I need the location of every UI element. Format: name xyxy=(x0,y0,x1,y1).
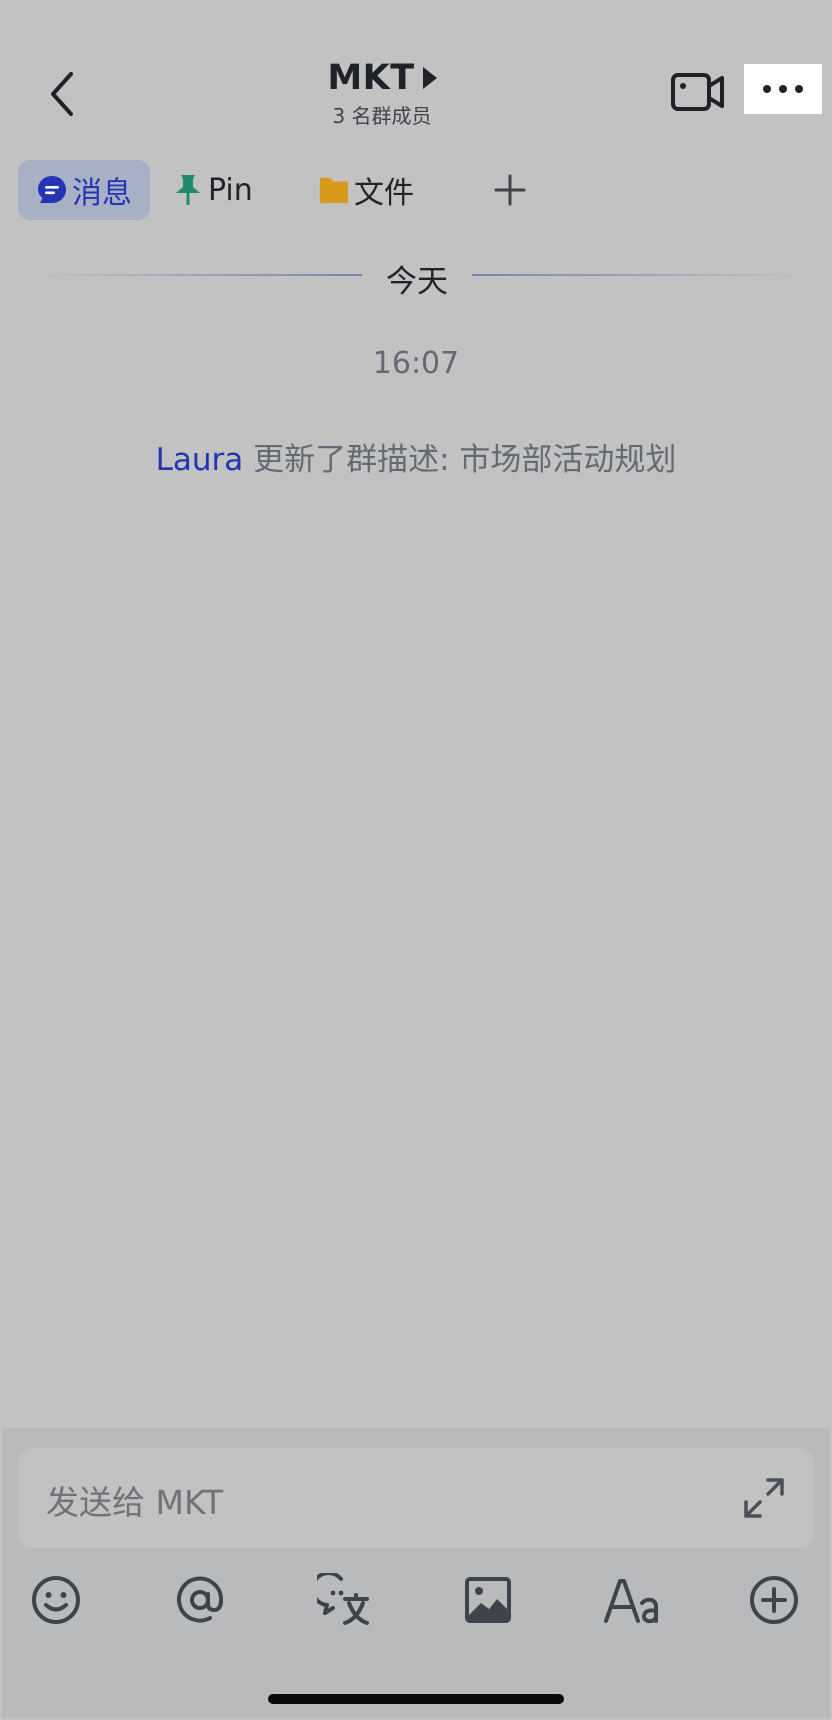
message-input[interactable]: 发送给 MKT xyxy=(18,1448,814,1548)
tab-pin[interactable]: Pin xyxy=(172,160,253,220)
date-divider: 今天 xyxy=(40,252,800,300)
more-options-button[interactable] xyxy=(744,64,822,114)
video-call-button[interactable] xyxy=(670,70,726,114)
image-icon xyxy=(465,1577,511,1623)
home-indicator[interactable] xyxy=(268,1694,564,1704)
image-button[interactable] xyxy=(456,1568,520,1632)
chevron-left-icon xyxy=(51,72,73,116)
video-camera-icon xyxy=(671,73,724,111)
text-format-icon xyxy=(604,1579,658,1624)
add-circle-icon xyxy=(750,1576,798,1624)
chat-bubble-icon xyxy=(36,174,68,206)
date-divider-label: 今天 xyxy=(386,264,448,300)
tab-files[interactable]: 文件 xyxy=(318,160,414,220)
translate-button[interactable] xyxy=(312,1568,376,1632)
mention-button[interactable] xyxy=(168,1568,232,1632)
pin-icon xyxy=(172,174,204,206)
tab-label-messages: 消息 xyxy=(72,176,132,211)
tab-label-pin: Pin xyxy=(208,172,253,208)
member-count: 3 名群成员 xyxy=(332,104,432,128)
tab-label-files: 文件 xyxy=(354,176,414,211)
system-message: Laura 更新了群描述: 市场部活动规划 xyxy=(2,434,830,479)
more-dots-icon xyxy=(763,85,771,93)
mention-icon xyxy=(177,1576,224,1623)
expand-icon[interactable] xyxy=(742,1476,786,1520)
system-message-user[interactable]: Laura xyxy=(156,442,244,478)
message-input-placeholder: 发送给 MKT xyxy=(46,1483,224,1522)
caret-right-icon xyxy=(422,67,437,89)
chat-title-block[interactable]: MKT 3 名群成员 xyxy=(302,58,462,129)
chat-tabs: 消息 Pin 文件 xyxy=(18,160,818,220)
folder-icon xyxy=(318,174,350,206)
system-message-text: 更新了群描述: 市场部活动规划 xyxy=(243,442,677,478)
text-format-button[interactable] xyxy=(600,1568,664,1632)
emoji-button[interactable] xyxy=(24,1568,88,1632)
chat-screen: MKT 3 名群成员 消息 Pin 文件 今天 16:07 Laura 更新了群… xyxy=(2,2,830,1718)
emoji-icon xyxy=(32,1576,80,1624)
message-timestamp: 16:07 xyxy=(372,346,460,381)
tab-messages[interactable]: 消息 xyxy=(18,160,150,220)
message-composer: 发送给 MKT xyxy=(2,1428,830,1718)
translate-icon xyxy=(317,1573,369,1625)
chat-title[interactable]: MKT xyxy=(327,58,414,98)
composer-toolbar xyxy=(2,1568,830,1640)
add-tab-button[interactable] xyxy=(488,168,532,212)
plus-icon xyxy=(494,174,526,206)
more-actions-button[interactable] xyxy=(742,1568,806,1632)
back-button[interactable] xyxy=(40,64,84,124)
